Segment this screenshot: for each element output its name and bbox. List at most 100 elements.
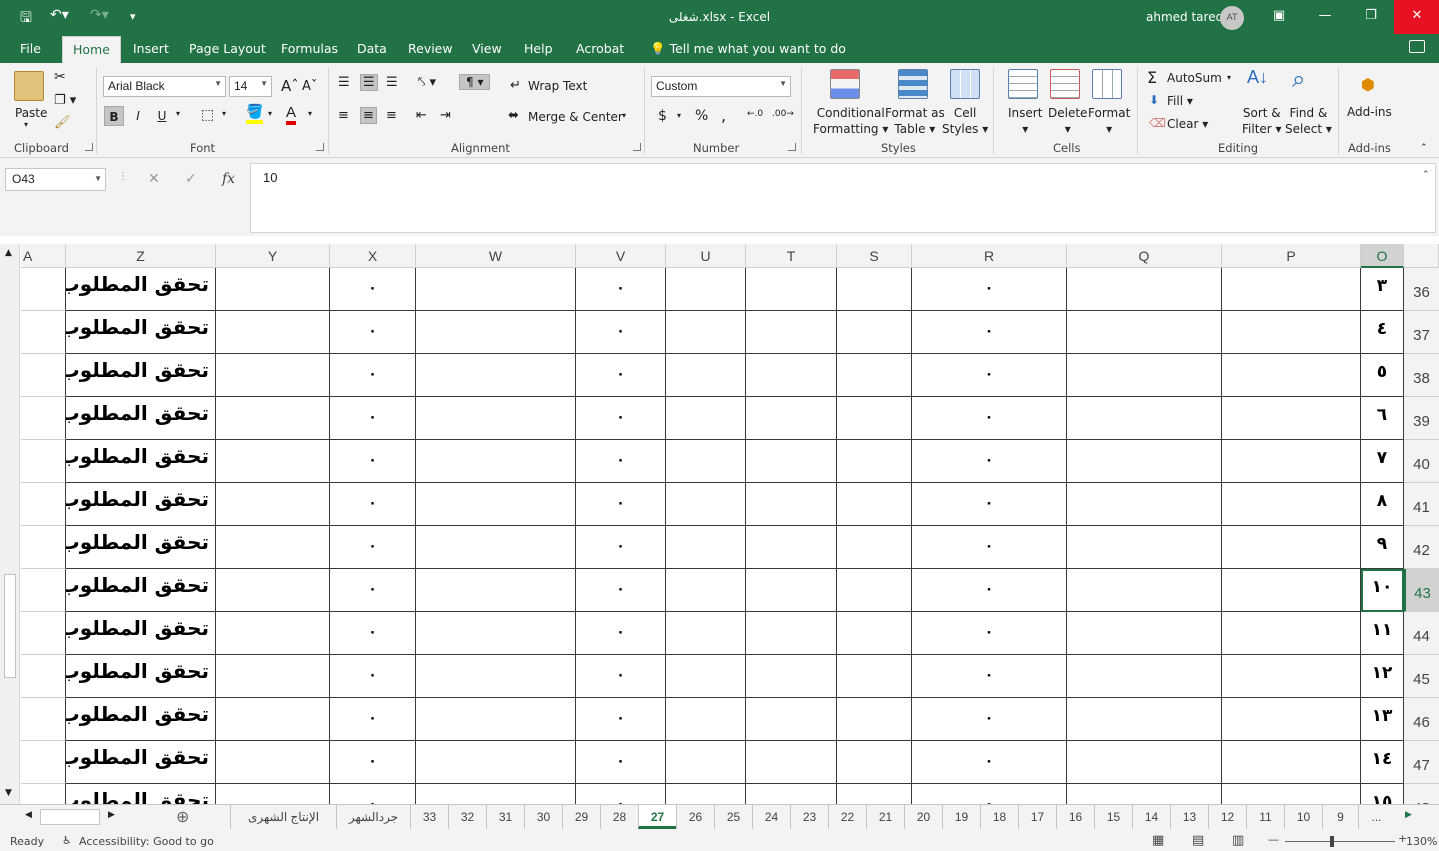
sheet-tab-30[interactable]: 30 bbox=[524, 805, 562, 829]
cell-o37[interactable]: ٤ bbox=[1361, 311, 1404, 354]
cell-o47[interactable]: ١٤ bbox=[1361, 741, 1404, 784]
cell-y39[interactable] bbox=[216, 397, 330, 440]
sheet-tab-23[interactable]: 23 bbox=[790, 805, 828, 829]
decrease-font-icon[interactable]: Aˇ bbox=[302, 79, 317, 94]
fill-icon[interactable]: ⬇ bbox=[1149, 93, 1159, 107]
cell-p45[interactable] bbox=[1222, 655, 1361, 698]
sheet-tab-9[interactable]: 9 bbox=[1322, 805, 1358, 829]
cut-icon[interactable]: ✂ bbox=[54, 69, 66, 85]
cell-u48[interactable] bbox=[666, 784, 746, 804]
zoom-slider[interactable] bbox=[1285, 841, 1395, 842]
increase-indent-icon[interactable]: ⇥ bbox=[440, 108, 451, 123]
cell-x43[interactable]: ٠ bbox=[330, 569, 416, 612]
cell-v45[interactable]: ٠ bbox=[576, 655, 666, 698]
cell-r43[interactable]: ٠ bbox=[912, 569, 1067, 612]
sort-filter-button[interactable]: Sort & Filter ▾ bbox=[1242, 105, 1282, 137]
cell-u47[interactable] bbox=[666, 741, 746, 784]
cell-s44[interactable] bbox=[837, 612, 912, 655]
wrap-text-icon[interactable]: ↵ bbox=[510, 78, 521, 93]
column-header-v[interactable]: V bbox=[576, 244, 666, 268]
cell-s42[interactable] bbox=[837, 526, 912, 569]
enter-icon[interactable]: ✓ bbox=[185, 171, 197, 187]
cancel-icon[interactable]: ✕ bbox=[148, 171, 160, 187]
cell-t36[interactable] bbox=[746, 268, 837, 311]
row-header-38[interactable]: 38 bbox=[1404, 354, 1439, 397]
page-layout-view-icon[interactable]: ▤ bbox=[1192, 833, 1204, 848]
cell-u46[interactable] bbox=[666, 698, 746, 741]
number-launcher-icon[interactable] bbox=[788, 143, 796, 151]
cell-z39[interactable]: تحقق المطلوب bbox=[66, 397, 216, 440]
italic-button[interactable]: I bbox=[128, 106, 148, 126]
cell-s48[interactable] bbox=[837, 784, 912, 804]
cell-q37[interactable] bbox=[1067, 311, 1222, 354]
cell-v44[interactable]: ٠ bbox=[576, 612, 666, 655]
scroll-right-icon[interactable]: ▶ bbox=[108, 810, 115, 820]
row-header-40[interactable]: 40 bbox=[1404, 440, 1439, 483]
underline-dropdown-icon[interactable]: ▾ bbox=[176, 109, 180, 118]
cell-w48[interactable] bbox=[416, 784, 576, 804]
tab-acrobat[interactable]: Acrobat bbox=[576, 41, 624, 56]
fill-button[interactable]: Fill ▾ bbox=[1167, 94, 1193, 108]
sheet-tab-25[interactable]: 25 bbox=[714, 805, 752, 829]
cell-v42[interactable]: ٠ bbox=[576, 526, 666, 569]
cell-q43[interactable] bbox=[1067, 569, 1222, 612]
minimize-icon[interactable]: — bbox=[1302, 0, 1348, 34]
cell-z38[interactable]: تحقق المطلوب bbox=[66, 354, 216, 397]
copy-icon[interactable]: ❐ ▾ bbox=[54, 93, 76, 108]
cell-v36[interactable]: ٠ bbox=[576, 268, 666, 311]
sheet-tab-22[interactable]: 22 bbox=[828, 805, 866, 829]
sheet-tab-named-0[interactable]: الإنتاج الشهرى bbox=[230, 805, 336, 829]
cell-v41[interactable]: ٠ bbox=[576, 483, 666, 526]
cell-p46[interactable] bbox=[1222, 698, 1361, 741]
accessibility-icon[interactable]: ♿ bbox=[62, 834, 72, 847]
sheet-tab-17[interactable]: 17 bbox=[1018, 805, 1056, 829]
cell-x44[interactable]: ٠ bbox=[330, 612, 416, 655]
merge-dropdown-icon[interactable]: ▾ bbox=[622, 111, 626, 120]
cell-styles-button[interactable]: Cell Styles ▾ bbox=[942, 105, 988, 137]
merge-center-button[interactable]: Merge & Center bbox=[528, 110, 623, 124]
cell-y47[interactable] bbox=[216, 741, 330, 784]
cell-s39[interactable] bbox=[837, 397, 912, 440]
cell-u42[interactable] bbox=[666, 526, 746, 569]
accounting-dropdown-icon[interactable]: ▾ bbox=[677, 111, 681, 120]
cell-y41[interactable] bbox=[216, 483, 330, 526]
column-header-w[interactable]: W bbox=[416, 244, 576, 268]
cell-r44[interactable]: ٠ bbox=[912, 612, 1067, 655]
cell-z48[interactable]: تحقق المطلوب bbox=[66, 784, 216, 804]
sheet-tab-28[interactable]: 28 bbox=[600, 805, 638, 829]
cell-x41[interactable]: ٠ bbox=[330, 483, 416, 526]
cell-u36[interactable] bbox=[666, 268, 746, 311]
cell-q39[interactable] bbox=[1067, 397, 1222, 440]
sheet-tab-32[interactable]: 32 bbox=[448, 805, 486, 829]
sheet-tab-14[interactable]: 14 bbox=[1132, 805, 1170, 829]
cell-p42[interactable] bbox=[1222, 526, 1361, 569]
autosum-button[interactable]: AutoSum bbox=[1167, 71, 1222, 85]
addins-button[interactable]: Add-ins bbox=[1347, 105, 1392, 119]
cell-q47[interactable] bbox=[1067, 741, 1222, 784]
align-middle-icon[interactable]: ☰ bbox=[360, 74, 378, 91]
cell-t39[interactable] bbox=[746, 397, 837, 440]
cell-v43[interactable]: ٠ bbox=[576, 569, 666, 612]
cell-w44[interactable] bbox=[416, 612, 576, 655]
cell-a40[interactable] bbox=[21, 440, 66, 483]
cell-o38[interactable]: ٥ bbox=[1361, 354, 1404, 397]
name-box[interactable]: O43 ▼ bbox=[5, 168, 106, 191]
alignment-launcher-icon[interactable] bbox=[633, 143, 641, 151]
cell-s47[interactable] bbox=[837, 741, 912, 784]
borders-icon[interactable]: ⬚ bbox=[201, 107, 214, 123]
cell-x42[interactable]: ٠ bbox=[330, 526, 416, 569]
cell-w41[interactable] bbox=[416, 483, 576, 526]
cell-r38[interactable]: ٠ bbox=[912, 354, 1067, 397]
cell-a42[interactable] bbox=[21, 526, 66, 569]
cell-r46[interactable]: ٠ bbox=[912, 698, 1067, 741]
sheet-tab-19[interactable]: 19 bbox=[942, 805, 980, 829]
cell-y46[interactable] bbox=[216, 698, 330, 741]
cell-v38[interactable]: ٠ bbox=[576, 354, 666, 397]
zoom-slider-thumb[interactable] bbox=[1330, 836, 1334, 847]
user-name[interactable]: ahmed tareq bbox=[1146, 10, 1223, 24]
cell-v47[interactable]: ٠ bbox=[576, 741, 666, 784]
font-name-select[interactable]: Arial Black ▼ bbox=[103, 76, 226, 97]
align-center-icon[interactable]: ≡ bbox=[360, 107, 377, 124]
sort-filter-icon[interactable]: A↓ bbox=[1247, 67, 1268, 88]
scroll-down-icon[interactable]: ▼ bbox=[5, 788, 12, 798]
